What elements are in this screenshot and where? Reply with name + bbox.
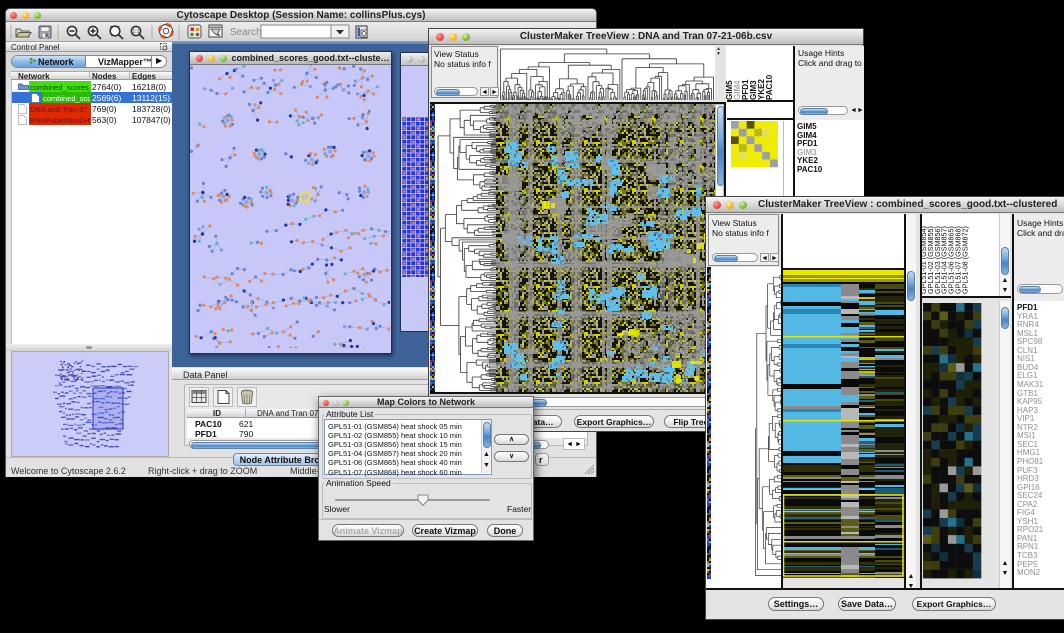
svg-text:1:1: 1:1 (133, 29, 140, 35)
svg-text:GPL51-08 (GSM872): GPL51-08 (GSM872) (960, 226, 969, 294)
svg-text:Search:: Search: (230, 27, 264, 38)
svg-text:PAC10: PAC10 (765, 74, 774, 100)
